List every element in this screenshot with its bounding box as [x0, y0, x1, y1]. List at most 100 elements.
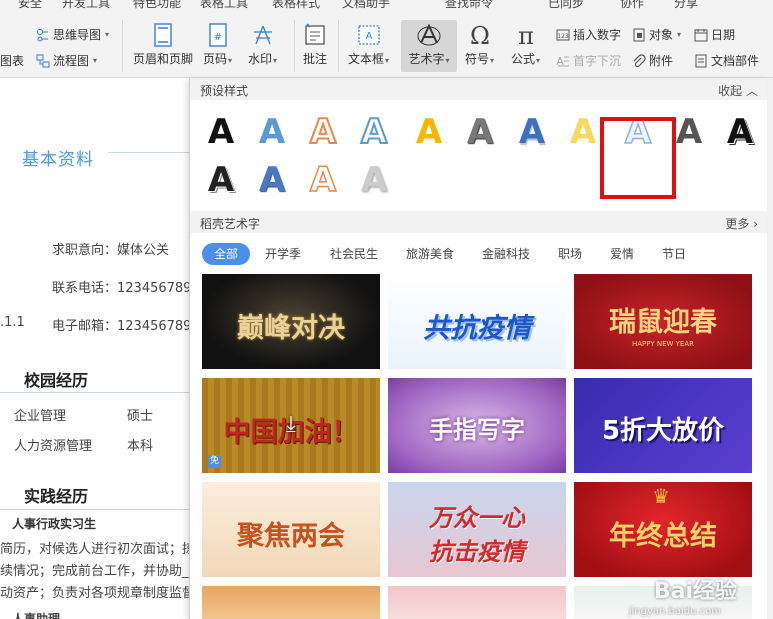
desc-line-1: 简历，对候选人进行初次面试；掠	[0, 542, 190, 557]
tab-back-to-school[interactable]: 开学季	[265, 243, 301, 265]
mindmap-icon	[37, 28, 48, 41]
menu-share[interactable]: 分享	[674, 0, 698, 11]
mindmap-button[interactable]: 思维导图 ▾	[36, 26, 109, 43]
menu-doc-assistant[interactable]: 文档助手	[342, 0, 390, 11]
textbox-button[interactable]: A 文本框▾	[348, 22, 389, 67]
tab-workplace[interactable]: 职场	[558, 243, 582, 265]
desc-line-2: 续情况；完成前台工作，并协助_	[0, 564, 189, 579]
template-tile-7[interactable]: 聚焦两会	[202, 482, 380, 577]
preset-style-15[interactable]: A	[355, 160, 393, 200]
template-tile-11[interactable]	[388, 586, 566, 619]
template-tile-10[interactable]	[202, 586, 380, 619]
pi-icon: π	[518, 22, 534, 48]
preset-style-6[interactable]: A	[461, 112, 499, 152]
tab-love[interactable]: 爱情	[610, 243, 634, 265]
tab-festival[interactable]: 节日	[662, 243, 686, 265]
number-icon: 123	[556, 29, 570, 40]
download-icon[interactable]: ⤓	[278, 412, 304, 438]
edu-major-2: 人力资源管理	[14, 439, 93, 454]
flowchart-button[interactable]: 流程图 ▾	[36, 52, 97, 69]
date-fragment-text: .1.1	[0, 315, 25, 330]
symbol-button[interactable]: Ω 符号▾	[465, 22, 494, 67]
template-tile-1[interactable]: 巅峰对决	[202, 274, 380, 369]
tab-travel-food[interactable]: 旅游美食	[406, 243, 454, 265]
preset-style-5[interactable]: A	[410, 112, 448, 152]
wordart-icon	[417, 23, 441, 46]
insert-number-button[interactable]: 123 插入数字	[556, 26, 621, 43]
menu-security[interactable]: 安全	[18, 0, 42, 11]
wordart-library-label: 稻壳艺术字	[200, 217, 261, 231]
preset-gallery: A A A A A A A A A A A A A A A	[190, 100, 768, 208]
preset-style-13[interactable]: A	[253, 160, 291, 200]
tab-finance-tech[interactable]: 金融科技	[482, 243, 530, 265]
doc-part-button[interactable]: 文档部件	[694, 52, 759, 69]
crown-icon: ♛	[652, 484, 670, 508]
tile-8-line2: 抗击疫情	[429, 537, 525, 566]
wordart-template-grid: 巅峰对决 共抗疫情 瑞鼠迎春 HAPPY NEW YEAR 中国加油！ ⤓ 免 …	[190, 274, 768, 619]
header-footer-icon	[154, 23, 172, 47]
wordart-button[interactable]: 艺术字▾	[401, 20, 457, 72]
svg-text:123: 123	[557, 33, 569, 40]
selection-highlight-box	[600, 117, 676, 199]
date-button[interactable]: 日期	[694, 26, 735, 43]
tab-all[interactable]: 全部	[202, 243, 251, 265]
preset-style-2[interactable]: A	[253, 112, 291, 152]
ribbon-toolbar: 思维导图 ▾ 图表 流程图 ▾ 页眉和页脚 # 页码▾ 水印▾ 批注 A 文本框…	[0, 12, 773, 78]
next-job-text: 人事助理	[12, 612, 61, 619]
section-title-basic: 基本资料	[22, 150, 94, 170]
edu-degree-1: 硕士	[127, 409, 154, 424]
section-title-campus: 校园经历	[24, 371, 89, 390]
chevron-right-icon: ›	[753, 217, 758, 231]
template-tile-5[interactable]: 手指写字	[388, 378, 566, 473]
template-tile-8[interactable]: 万众一心 抗击疫情	[388, 482, 566, 577]
template-tile-9[interactable]: ♛ 年终总结	[574, 482, 752, 577]
free-badge: 免	[208, 455, 221, 468]
watermark-button[interactable]: 水印▾	[248, 22, 277, 67]
preset-style-8[interactable]: A	[564, 112, 602, 152]
wordart-library-header: 稻壳艺术字 更多 ›	[190, 211, 768, 233]
phone-text: 联系电话：123456789	[52, 281, 190, 296]
job-title-text: 人事行政实习生	[12, 517, 97, 531]
collapse-button[interactable]: 收起 ︿	[718, 82, 758, 99]
attachment-button[interactable]: 附件	[632, 52, 673, 69]
preset-style-14[interactable]: A	[304, 159, 342, 201]
template-tile-2[interactable]: 共抗疫情	[388, 274, 566, 369]
baidu-jingyan-watermark: Bai经验	[653, 579, 737, 604]
template-tile-3[interactable]: 瑞鼠迎春 HAPPY NEW YEAR	[574, 274, 752, 369]
preset-style-3[interactable]: A	[304, 111, 342, 153]
preset-style-4[interactable]: A	[355, 111, 393, 153]
tab-social[interactable]: 社会民生	[330, 243, 378, 265]
menu-synced[interactable]: 已同步	[548, 0, 584, 11]
menu-features[interactable]: 特色功能	[133, 0, 181, 11]
drop-cap-button[interactable]: A 首字下沉	[556, 52, 621, 69]
preset-style-7[interactable]: A	[513, 112, 551, 152]
textbox-icon: A	[357, 25, 380, 45]
page-number-button[interactable]: # 页码▾	[203, 22, 232, 67]
menu-bar: 安全 开发工具 特色功能 表格工具 表格样式 文档助手 查找命令 已同步 协作 …	[0, 0, 773, 12]
template-tile-6[interactable]: 5折大放价	[574, 378, 752, 473]
object-button[interactable]: 对象 ▾	[632, 26, 681, 43]
menu-table-tools[interactable]: 表格工具	[200, 0, 248, 11]
edu-major-1: 企业管理	[14, 409, 67, 424]
menu-dev-tools[interactable]: 开发工具	[62, 0, 110, 11]
preset-style-12[interactable]: A	[202, 160, 240, 200]
template-tile-4[interactable]: 中国加油！ ⤓ 免	[202, 378, 380, 473]
menu-table-style[interactable]: 表格样式	[272, 0, 320, 11]
menu-collab[interactable]: 协作	[620, 0, 644, 11]
preset-style-11[interactable]: A	[721, 112, 759, 152]
chart-button[interactable]: 图表	[0, 52, 24, 69]
desc-line-3: 动资产；负责对各项规章制度监督	[0, 586, 190, 601]
flowchart-icon	[36, 54, 50, 67]
svg-text:π: π	[518, 22, 534, 48]
menu-find-command[interactable]: 查找命令	[445, 0, 493, 11]
more-button[interactable]: 更多 ›	[725, 215, 758, 232]
preset-style-1[interactable]: A	[202, 112, 240, 152]
document-canvas[interactable]: 基本资料 求职意向：媒体公关 联系电话：123456789 .1.1 电子邮箱：…	[0, 79, 190, 619]
section-title-practice: 实践经历	[24, 487, 89, 506]
header-footer-button[interactable]: 页眉和页脚	[133, 22, 193, 67]
formula-button[interactable]: π 公式▾	[511, 22, 540, 67]
tile-3-subtitle: HAPPY NEW YEAR	[632, 340, 694, 348]
svg-text:Ω: Ω	[470, 22, 490, 48]
comment-button[interactable]: 批注	[302, 22, 328, 67]
panel-scrollbar[interactable]	[767, 78, 773, 619]
